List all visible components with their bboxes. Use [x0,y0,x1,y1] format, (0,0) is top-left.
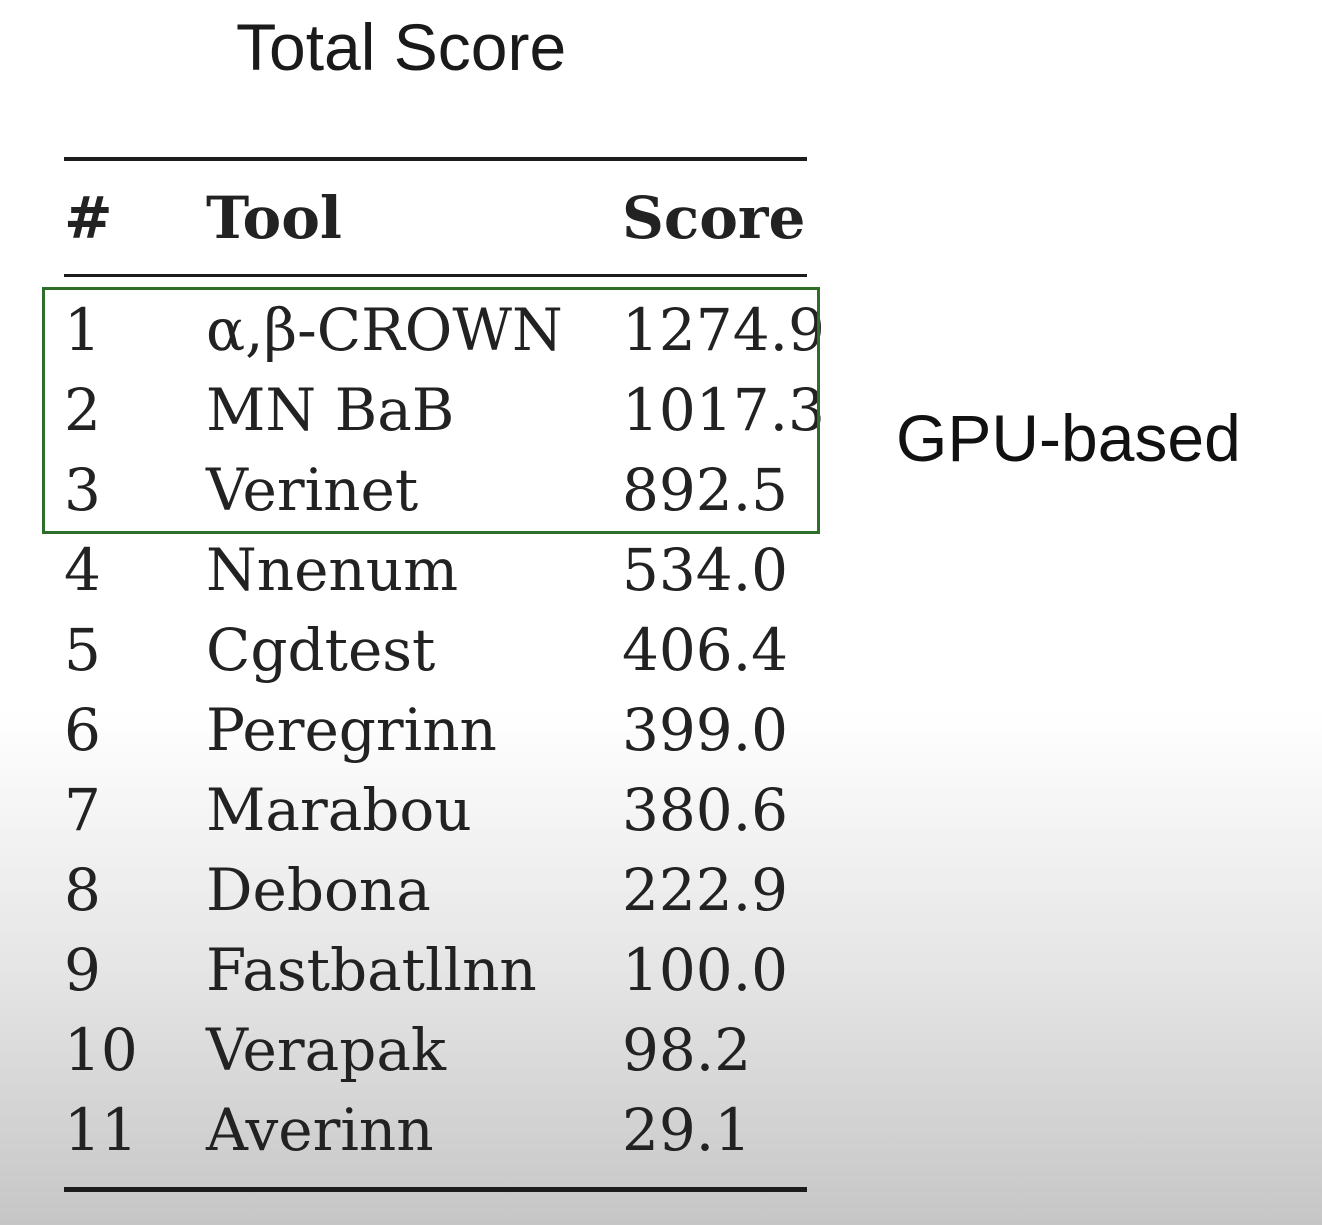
row-score: 29.1 [622,1096,752,1164]
table-header-rule [64,274,807,277]
row-tool: Fastbatllnn [206,936,537,1004]
header-rank: # [64,184,113,252]
row-tool: Marabou [206,776,472,844]
row-rank: 10 [64,1016,138,1084]
row-rank: 8 [64,856,101,924]
header-score: Score [622,184,806,252]
row-rank: 4 [64,536,101,604]
table-row: 8 Debona 222.9 [0,850,820,930]
gpu-highlight-box [42,287,820,534]
row-rank: 7 [64,776,101,844]
table-row: 10 Verapak 98.2 [0,1010,820,1090]
row-rank: 9 [64,936,101,1004]
table-row: 7 Marabou 380.6 [0,770,820,850]
row-score: 380.6 [622,776,789,844]
page-title: Total Score [236,10,567,84]
row-tool: Debona [206,856,431,924]
table-row: 6 Peregrinn 399.0 [0,690,820,770]
gpu-based-label: GPU-based [896,401,1241,475]
row-tool: Verapak [206,1016,447,1084]
table-row: 5 Cgdtest 406.4 [0,610,820,690]
row-score: 98.2 [622,1016,752,1084]
row-score: 534.0 [622,536,789,604]
table-row: 4 Nnenum 534.0 [0,530,820,610]
row-tool: Averinn [206,1096,434,1164]
row-rank: 6 [64,696,101,764]
table-top-rule [64,157,807,161]
row-score: 406.4 [622,616,789,684]
row-tool: Cgdtest [206,616,436,684]
table-row: 9 Fastbatllnn 100.0 [0,930,820,1010]
row-score: 100.0 [622,936,789,1004]
row-rank: 5 [64,616,101,684]
row-rank: 11 [64,1096,138,1164]
row-tool: Peregrinn [206,696,497,764]
row-tool: Nnenum [206,536,459,604]
header-tool: Tool [206,184,342,252]
table-header-row: # Tool Score [0,178,820,258]
row-score: 222.9 [622,856,789,924]
row-score: 399.0 [622,696,789,764]
table-bottom-rule [64,1187,807,1192]
table-row: 11 Averinn 29.1 [0,1090,820,1170]
